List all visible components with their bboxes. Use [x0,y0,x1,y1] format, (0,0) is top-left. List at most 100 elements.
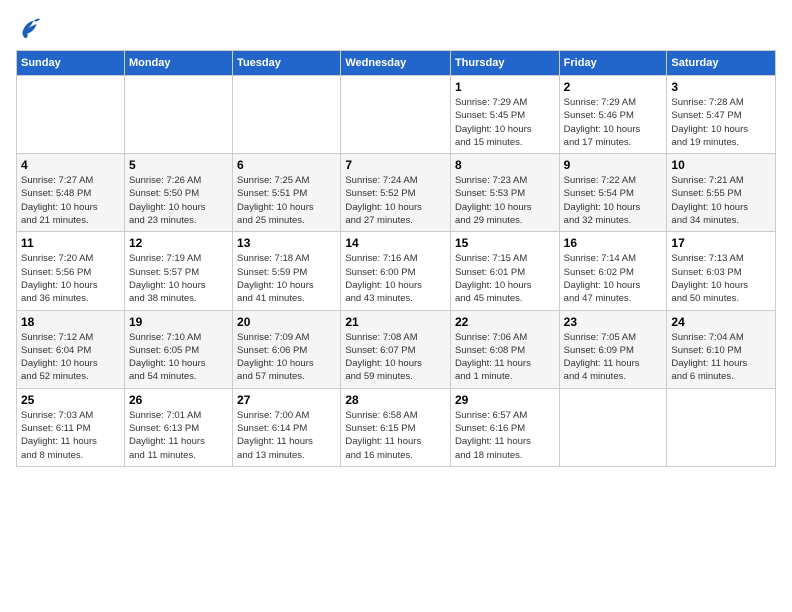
calendar-cell: 3 Sunrise: 7:28 AM Sunset: 5:47 PM Daylig… [667,76,776,154]
day-number: 11 [21,236,120,250]
page-header [16,16,776,40]
day-info: Sunrise: 7:27 AM Sunset: 5:48 PM Dayligh… [21,174,120,227]
day-number: 20 [237,315,336,329]
calendar-cell: 11 Sunrise: 7:20 AM Sunset: 5:56 PM Dayli… [17,232,125,310]
day-number: 22 [455,315,555,329]
calendar-cell: 4 Sunrise: 7:27 AM Sunset: 5:48 PM Daylig… [17,154,125,232]
day-info: Sunrise: 7:24 AM Sunset: 5:52 PM Dayligh… [345,174,446,227]
header-thursday: Thursday [450,51,559,76]
day-info: Sunrise: 7:28 AM Sunset: 5:47 PM Dayligh… [671,96,771,149]
week-row-2: 11 Sunrise: 7:20 AM Sunset: 5:56 PM Dayli… [17,232,776,310]
day-number: 15 [455,236,555,250]
calendar-cell: 9 Sunrise: 7:22 AM Sunset: 5:54 PM Daylig… [559,154,667,232]
day-number: 4 [21,158,120,172]
day-number: 16 [564,236,663,250]
header-saturday: Saturday [667,51,776,76]
day-info: Sunrise: 7:29 AM Sunset: 5:45 PM Dayligh… [455,96,555,149]
day-number: 14 [345,236,446,250]
day-info: Sunrise: 7:23 AM Sunset: 5:53 PM Dayligh… [455,174,555,227]
day-info: Sunrise: 7:01 AM Sunset: 6:13 PM Dayligh… [129,409,228,462]
calendar-cell: 22 Sunrise: 7:06 AM Sunset: 6:08 PM Dayli… [450,310,559,388]
calendar-cell: 21 Sunrise: 7:08 AM Sunset: 6:07 PM Dayli… [341,310,451,388]
day-number: 17 [671,236,771,250]
week-row-3: 18Sunrise: 7:12 AM Sunset: 6:04 PM Dayli… [17,310,776,388]
calendar-cell: 6Sunrise: 7:25 AM Sunset: 5:51 PM Daylig… [233,154,341,232]
day-info: Sunrise: 7:22 AM Sunset: 5:54 PM Dayligh… [564,174,663,227]
logo-bird-icon [16,16,40,40]
day-info: Sunrise: 6:57 AM Sunset: 6:16 PM Dayligh… [455,409,555,462]
header-friday: Friday [559,51,667,76]
day-info: Sunrise: 7:18 AM Sunset: 5:59 PM Dayligh… [237,252,336,305]
day-info: Sunrise: 7:10 AM Sunset: 6:05 PM Dayligh… [129,331,228,384]
day-number: 10 [671,158,771,172]
day-info: Sunrise: 7:13 AM Sunset: 6:03 PM Dayligh… [671,252,771,305]
day-info: Sunrise: 6:58 AM Sunset: 6:15 PM Dayligh… [345,409,446,462]
calendar-cell: 2Sunrise: 7:29 AM Sunset: 5:46 PM Daylig… [559,76,667,154]
day-info: Sunrise: 7:08 AM Sunset: 6:07 PM Dayligh… [345,331,446,384]
day-info: Sunrise: 7:20 AM Sunset: 5:56 PM Dayligh… [21,252,120,305]
calendar-cell: 26 Sunrise: 7:01 AM Sunset: 6:13 PM Dayli… [124,388,232,466]
header-tuesday: Tuesday [233,51,341,76]
day-number: 23 [564,315,663,329]
day-number: 27 [237,393,336,407]
calendar-header-row: SundayMondayTuesdayWednesdayThursdayFrid… [17,51,776,76]
calendar-cell: 27 Sunrise: 7:00 AM Sunset: 6:14 PM Dayli… [233,388,341,466]
calendar-cell: 1Sunrise: 7:29 AM Sunset: 5:45 PM Daylig… [450,76,559,154]
week-row-4: 25 Sunrise: 7:03 AM Sunset: 6:11 PM Dayli… [17,388,776,466]
day-number: 5 [129,158,228,172]
day-info: Sunrise: 7:21 AM Sunset: 5:55 PM Dayligh… [671,174,771,227]
day-info: Sunrise: 7:16 AM Sunset: 6:00 PM Dayligh… [345,252,446,305]
day-number: 12 [129,236,228,250]
day-number: 18 [21,315,120,329]
calendar-cell: 12 Sunrise: 7:19 AM Sunset: 5:57 PM Dayli… [124,232,232,310]
day-number: 3 [671,80,771,94]
calendar-cell: 7 Sunrise: 7:24 AM Sunset: 5:52 PM Daylig… [341,154,451,232]
calendar-cell: 24Sunrise: 7:04 AM Sunset: 6:10 PM Dayli… [667,310,776,388]
day-info: Sunrise: 7:09 AM Sunset: 6:06 PM Dayligh… [237,331,336,384]
calendar-cell [17,76,125,154]
day-number: 9 [564,158,663,172]
calendar-cell: 15 Sunrise: 7:15 AM Sunset: 6:01 PM Dayli… [450,232,559,310]
calendar-table: SundayMondayTuesdayWednesdayThursdayFrid… [16,50,776,467]
day-number: 7 [345,158,446,172]
day-number: 26 [129,393,228,407]
header-monday: Monday [124,51,232,76]
calendar-cell: 19 Sunrise: 7:10 AM Sunset: 6:05 PM Dayli… [124,310,232,388]
calendar-cell: 29 Sunrise: 6:57 AM Sunset: 6:16 PM Dayli… [450,388,559,466]
calendar-cell [124,76,232,154]
calendar-cell: 13 Sunrise: 7:18 AM Sunset: 5:59 PM Dayli… [233,232,341,310]
calendar-cell: 10 Sunrise: 7:21 AM Sunset: 5:55 PM Dayli… [667,154,776,232]
calendar-cell [233,76,341,154]
day-info: Sunrise: 7:26 AM Sunset: 5:50 PM Dayligh… [129,174,228,227]
day-number: 21 [345,315,446,329]
day-number: 29 [455,393,555,407]
logo [16,16,44,40]
calendar-cell: 25 Sunrise: 7:03 AM Sunset: 6:11 PM Dayli… [17,388,125,466]
day-number: 25 [21,393,120,407]
header-wednesday: Wednesday [341,51,451,76]
day-number: 19 [129,315,228,329]
calendar-cell: 20 Sunrise: 7:09 AM Sunset: 6:06 PM Dayli… [233,310,341,388]
calendar-cell [667,388,776,466]
day-info: Sunrise: 7:00 AM Sunset: 6:14 PM Dayligh… [237,409,336,462]
day-number: 6 [237,158,336,172]
calendar-cell [559,388,667,466]
day-info: Sunrise: 7:19 AM Sunset: 5:57 PM Dayligh… [129,252,228,305]
day-info: Sunrise: 7:03 AM Sunset: 6:11 PM Dayligh… [21,409,120,462]
day-number: 28 [345,393,446,407]
calendar-cell [341,76,451,154]
day-number: 24 [671,315,771,329]
calendar-cell: 14 Sunrise: 7:16 AM Sunset: 6:00 PM Dayli… [341,232,451,310]
calendar-cell: 17 Sunrise: 7:13 AM Sunset: 6:03 PM Dayli… [667,232,776,310]
calendar-cell: 8Sunrise: 7:23 AM Sunset: 5:53 PM Daylig… [450,154,559,232]
day-info: Sunrise: 7:14 AM Sunset: 6:02 PM Dayligh… [564,252,663,305]
day-number: 13 [237,236,336,250]
day-number: 2 [564,80,663,94]
day-info: Sunrise: 7:15 AM Sunset: 6:01 PM Dayligh… [455,252,555,305]
week-row-1: 4 Sunrise: 7:27 AM Sunset: 5:48 PM Daylig… [17,154,776,232]
week-row-0: 1Sunrise: 7:29 AM Sunset: 5:45 PM Daylig… [17,76,776,154]
day-info: Sunrise: 7:05 AM Sunset: 6:09 PM Dayligh… [564,331,663,384]
header-sunday: Sunday [17,51,125,76]
day-info: Sunrise: 7:06 AM Sunset: 6:08 PM Dayligh… [455,331,555,384]
calendar-cell: 16 Sunrise: 7:14 AM Sunset: 6:02 PM Dayli… [559,232,667,310]
